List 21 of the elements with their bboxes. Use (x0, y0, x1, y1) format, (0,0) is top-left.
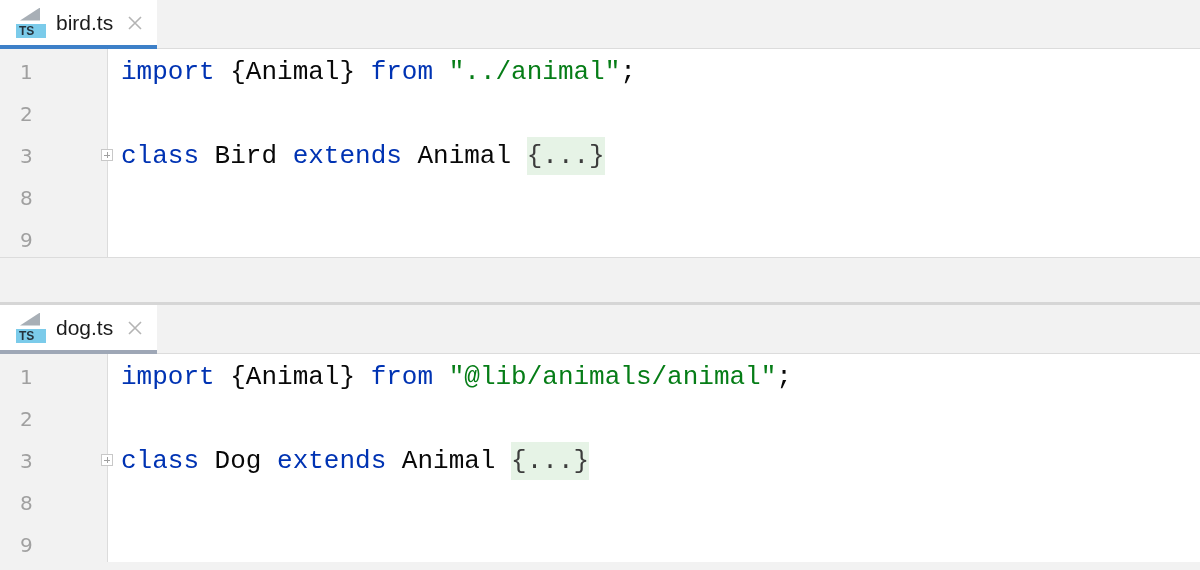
line-number: 3 (19, 143, 34, 170)
line-number: 1 (19, 59, 34, 86)
fold-expand-icon[interactable] (101, 454, 113, 466)
line-number: 2 (19, 101, 34, 128)
line-number: 3 (19, 448, 34, 475)
pane-splitter[interactable] (0, 257, 1200, 305)
line-number: 8 (19, 490, 34, 517)
fold-expand-icon[interactable] (101, 149, 113, 161)
line-number: 8 (19, 185, 34, 212)
line-number: 1 (19, 364, 34, 391)
code-line: import {Animal} from "../animal"; (121, 57, 636, 87)
file-tab[interactable]: TS dog.ts (0, 305, 158, 354)
code-line: class Bird extends Animal {...} (121, 137, 605, 175)
line-number: 9 (19, 227, 34, 254)
line-number: 9 (19, 532, 34, 559)
code-line: class Dog extends Animal {...} (121, 442, 590, 480)
code-line: import {Animal} from "@lib/animals/animal"; (121, 362, 792, 392)
line-number: 2 (19, 406, 34, 433)
close-icon[interactable] (127, 319, 144, 336)
close-icon[interactable] (127, 14, 144, 31)
file-tab[interactable]: TS bird.ts (0, 0, 158, 49)
